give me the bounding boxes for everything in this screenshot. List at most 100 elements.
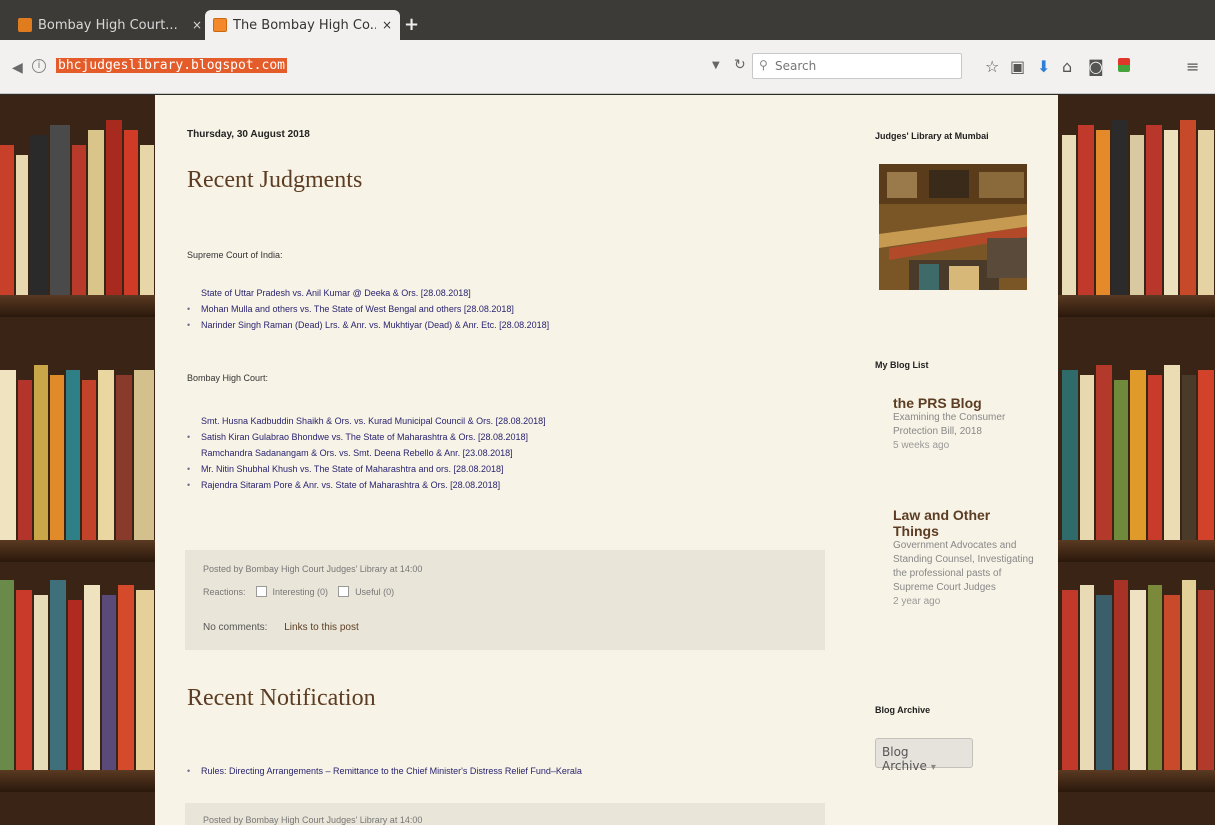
book: [34, 595, 48, 770]
list-item[interactable]: • Rules: Directing Arrangements – Remitta…: [187, 763, 582, 779]
address-bar[interactable]: bhcjudgeslibrary.blogspot.com: [52, 55, 682, 79]
book: [1148, 585, 1162, 770]
book: [1148, 375, 1162, 540]
book: [50, 125, 70, 295]
blog-archive-select[interactable]: Blog Archive ▾: [875, 738, 973, 773]
menu-icon[interactable]: ≡: [1186, 57, 1199, 76]
bullet: •: [187, 480, 191, 490]
book: [1198, 130, 1214, 295]
post-title[interactable]: Recent Notification: [187, 685, 376, 712]
list-item[interactable]: • Mohan Mulla and others vs. The State of…: [187, 301, 549, 317]
book: [68, 600, 82, 770]
book: [1114, 580, 1128, 770]
book: [50, 375, 64, 540]
close-icon[interactable]: ×: [192, 18, 202, 32]
reaction-checkbox[interactable]: [338, 586, 350, 597]
book: [82, 380, 96, 540]
reload-icon[interactable]: ↻: [734, 57, 746, 73]
blog-name-link[interactable]: Law and Other Things: [893, 507, 1038, 539]
close-icon[interactable]: ×: [382, 18, 392, 32]
judgment-link[interactable]: Mohan Mulla and others vs. The State of …: [201, 304, 514, 314]
judgment-link[interactable]: State of Uttar Pradesh vs. Anil Kumar @ …: [201, 288, 471, 298]
extension-icon[interactable]: [1118, 57, 1130, 76]
bookshelf-right: [1058, 95, 1215, 825]
judgment-link[interactable]: Smt. Husna Kadbuddin Shaikh & Ors. vs. K…: [201, 416, 546, 426]
chevron-down-icon[interactable]: ▼: [712, 60, 720, 71]
tab-the-bombay-high-court[interactable]: The Bombay High Co... ×: [205, 10, 400, 40]
list-item[interactable]: Smt. Husna Kadbuddin Shaikh & Ors. vs. K…: [187, 413, 546, 429]
reaction-label: Useful (0): [355, 586, 395, 597]
list-item[interactable]: • Mr. Nitin Shubhal Khush vs. The State o…: [187, 461, 546, 477]
book: [1182, 580, 1196, 770]
notification-link[interactable]: Rules: Directing Arrangements – Remittan…: [201, 766, 582, 776]
comments-link[interactable]: No comments:: [203, 622, 267, 633]
back-icon[interactable]: ◀: [12, 60, 23, 76]
shelf-board: [1058, 295, 1215, 317]
archive-select-label: Blog Archive: [882, 745, 927, 773]
book: [1078, 125, 1094, 295]
book: [134, 370, 154, 540]
library-photo: [877, 162, 1029, 292]
widget-title: Blog Archive: [875, 705, 931, 715]
clipboard-icon[interactable]: ▣: [1010, 57, 1025, 76]
blog-name-link[interactable]: the PRS Blog: [893, 395, 1038, 411]
pocket-icon[interactable]: ◙: [1088, 57, 1104, 76]
book: [1198, 590, 1214, 770]
shelf-board: [0, 540, 155, 562]
book: [1182, 375, 1196, 540]
reaction-label: Interesting (0): [272, 586, 329, 597]
search-box[interactable]: ⚲: [752, 53, 962, 79]
info-icon[interactable]: i: [32, 59, 46, 73]
star-icon[interactable]: ☆: [985, 57, 999, 76]
list-item[interactable]: • Narinder Singh Raman (Dead) Lrs. & Anr.…: [187, 317, 549, 333]
post-byline[interactable]: Posted by Bombay High Court Judges' Libr…: [203, 815, 422, 825]
judgment-link[interactable]: Ramchandra Sadanangam & Ors. vs. Smt. De…: [201, 448, 513, 458]
widget-title: Judges' Library at Mumbai: [875, 131, 989, 141]
judgment-link[interactable]: Satish Kiran Gulabrao Bhondwe vs. The St…: [201, 432, 528, 442]
book: [88, 130, 104, 295]
search-input[interactable]: [775, 57, 955, 75]
list-item[interactable]: Ramchandra Sadanangam & Ors. vs. Smt. De…: [187, 445, 546, 461]
blog-list-item: Law and Other Things Government Advocate…: [893, 507, 1038, 609]
shelf-board: [0, 770, 155, 792]
book: [1096, 130, 1110, 295]
post-byline[interactable]: Posted by Bombay High Court Judges' Libr…: [203, 564, 422, 574]
book: [1114, 380, 1128, 540]
judgment-link[interactable]: Narinder Singh Raman (Dead) Lrs. & Anr. …: [201, 320, 549, 330]
blogger-favicon-icon: [18, 18, 32, 32]
reaction-checkbox[interactable]: [255, 586, 267, 597]
bullet: •: [187, 432, 191, 442]
book: [1080, 375, 1094, 540]
tab-bombay-high-court[interactable]: Bombay High Court... ×: [10, 10, 210, 40]
book: [118, 585, 134, 770]
blogger-favicon-icon: [213, 18, 227, 32]
new-tab-button[interactable]: +: [404, 14, 419, 35]
blog-age: 2 year ago: [893, 596, 941, 607]
judgment-link[interactable]: Rajendra Sitaram Pore & Anr. vs. State o…: [201, 480, 500, 490]
blog-snippet-link[interactable]: Government Advocates and Standing Counse…: [893, 539, 1038, 595]
book: [116, 375, 132, 540]
home-icon[interactable]: ⌂: [1062, 57, 1072, 76]
download-icon[interactable]: ⬇: [1037, 57, 1050, 76]
list-item[interactable]: • Rajendra Sitaram Pore & Anr. vs. State …: [187, 477, 546, 493]
book: [1062, 135, 1076, 295]
book: [30, 135, 48, 295]
book: [102, 595, 116, 770]
links-to-post[interactable]: Links to this post: [284, 622, 358, 633]
blog-snippet-link[interactable]: Examining the Consumer Protection Bill, …: [893, 411, 1038, 439]
high-court-list: Smt. Husna Kadbuddin Shaikh & Ors. vs. K…: [187, 413, 546, 493]
bookshelf-left: [0, 95, 155, 825]
book: [140, 145, 154, 295]
bullet: •: [187, 304, 191, 314]
url-text[interactable]: bhcjudgeslibrary.blogspot.com: [56, 58, 287, 73]
list-item[interactable]: State of Uttar Pradesh vs. Anil Kumar @ …: [187, 285, 549, 301]
post-title[interactable]: Recent Judgments: [187, 167, 362, 194]
book: [0, 370, 16, 540]
shelf-board: [1058, 770, 1215, 792]
judgment-link[interactable]: Mr. Nitin Shubhal Khush vs. The State of…: [201, 464, 504, 474]
tab-strip: Bombay High Court... × The Bombay High C…: [0, 0, 1215, 40]
book: [106, 120, 122, 295]
list-item[interactable]: • Satish Kiran Gulabrao Bhondwe vs. The S…: [187, 429, 546, 445]
book: [98, 370, 114, 540]
reactions-label: Reactions:: [203, 586, 246, 597]
